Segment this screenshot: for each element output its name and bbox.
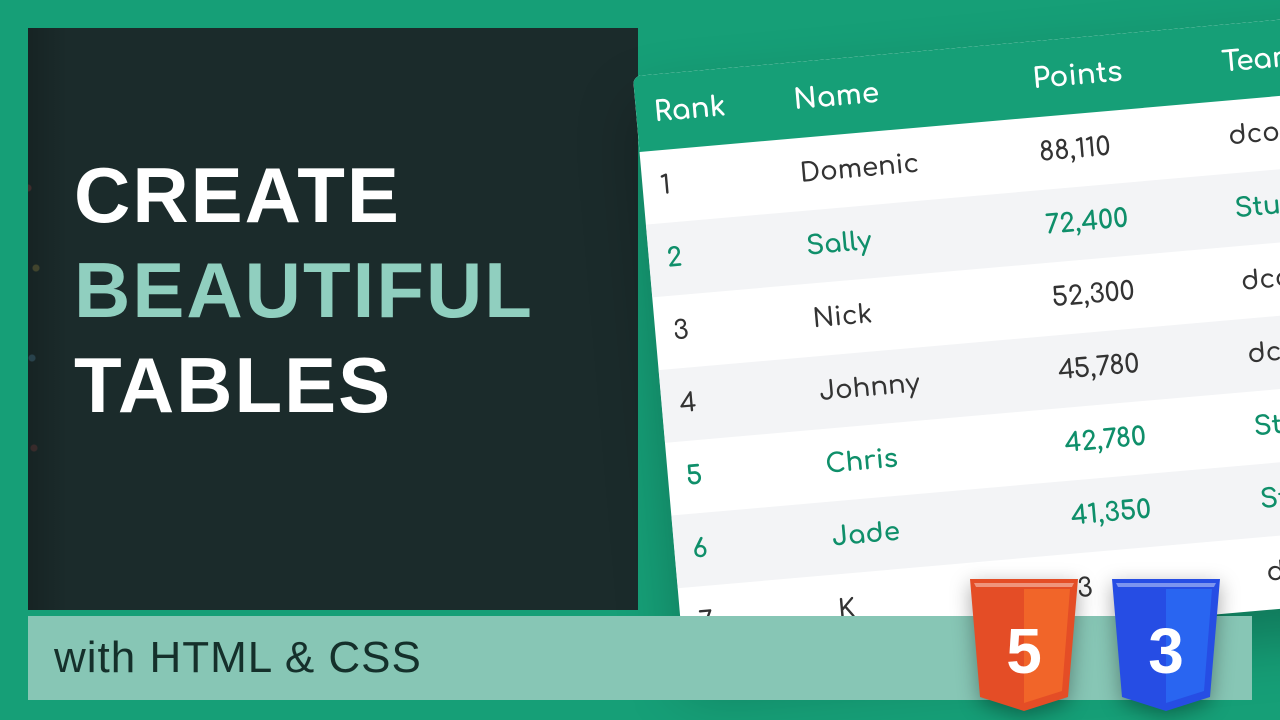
headline-line-2: BEAUTIFUL [74,243,534,338]
headline: CREATE BEAUTIFUL TABLES [74,148,534,433]
cell-rank: 6 [671,503,817,588]
css3-badge-icon: 3 [1106,574,1226,716]
cell-rank: 2 [646,212,792,297]
cell-rank: 4 [659,358,805,443]
thumbnail-stage: CREATE BEAUTIFUL TABLES Rank Name Points… [0,0,1280,720]
html5-badge-number: 5 [964,574,1084,716]
col-team-header: Team [1201,10,1280,102]
headline-line-3: TABLES [74,338,534,433]
headline-panel: CREATE BEAUTIFUL TABLES [28,28,638,610]
cell-rank: 5 [665,431,811,516]
subtitle-text: with HTML & CSS [54,633,422,683]
headline-line-1: CREATE [74,148,534,243]
html5-badge-icon: 5 [964,574,1084,716]
css3-badge-number: 3 [1106,574,1226,716]
cell-rank: 3 [652,285,798,370]
cell-rank: 1 [640,140,786,225]
table-preview: Rank Name Points Team 1Domenic88,110dcod… [633,10,1280,661]
col-rank-header: Rank [633,64,779,152]
tech-badges: 5 3 [964,574,1226,716]
